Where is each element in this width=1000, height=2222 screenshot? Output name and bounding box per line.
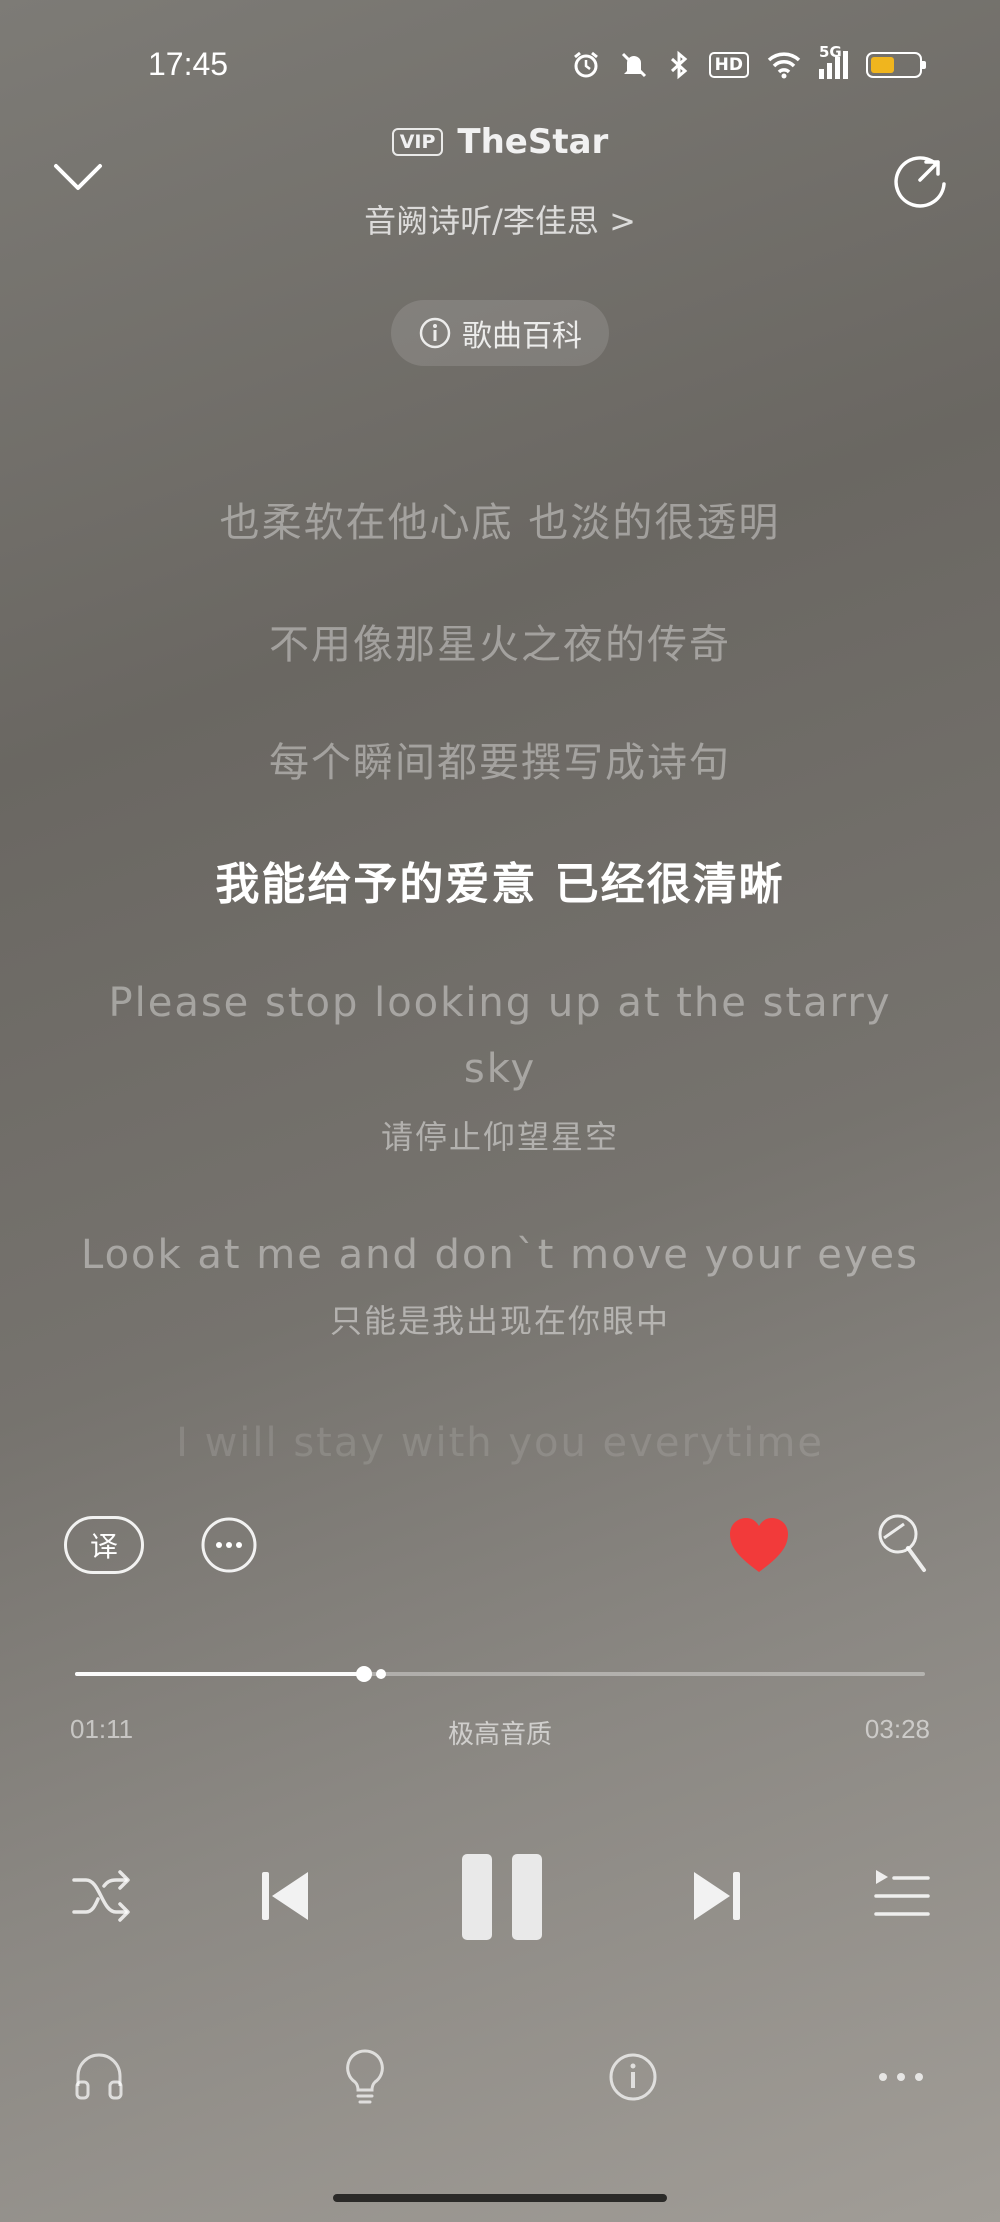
song-title: TheStar	[457, 122, 609, 162]
shuffle-icon[interactable]	[70, 1868, 132, 1924]
status-time: 17:45	[148, 46, 229, 82]
pause-icon	[462, 1854, 542, 1940]
lyric-line-active: 我能给予的爱意 已经很清晰	[215, 859, 785, 910]
microphone-icon[interactable]	[874, 1512, 936, 1578]
heart-icon[interactable]	[728, 1516, 790, 1574]
wifi-icon	[767, 52, 801, 79]
vip-badge: VIP	[391, 128, 444, 156]
lyric-line: Look at me and don`t move your eyes	[80, 1232, 919, 1278]
battery-icon	[866, 52, 926, 78]
skip-next-icon[interactable]	[688, 1868, 744, 1924]
home-indicator[interactable]	[333, 2194, 667, 2202]
lyric-translation: 请停止仰望星空	[380, 1118, 619, 1156]
quality-label[interactable]: 极高音质	[0, 1714, 1000, 1751]
artist-link[interactable]: 音阙诗听/李佳思 >	[0, 196, 1000, 242]
playlist-icon[interactable]	[872, 1868, 930, 1920]
lyric-line: 不用像那星火之夜的传奇	[269, 622, 731, 668]
signal-icon: 5G	[819, 43, 848, 79]
mute-bell-icon	[621, 52, 646, 78]
pause-button[interactable]	[462, 1854, 542, 1940]
bluetooth-icon	[670, 50, 687, 80]
total-time: 03:28	[864, 1714, 930, 1744]
lightbulb-icon[interactable]	[344, 2048, 386, 2106]
lyric-line: 也柔软在他心底 也淡的很透明	[219, 500, 781, 546]
lyric-translation: 只能是我出现在你眼中	[329, 1302, 670, 1340]
info-icon	[419, 317, 451, 349]
lyric-line: 每个瞬间都要撰写成诗句	[269, 740, 731, 786]
headphones-icon[interactable]	[74, 2052, 124, 2100]
chevron-down-icon[interactable]	[52, 160, 104, 192]
lyric-line: Please stop looking up at the starry	[108, 980, 892, 1026]
song-title-row: VIP TheStar	[0, 122, 1000, 162]
lyric-line: I will stay with you everytime	[176, 1420, 824, 1466]
buffer-marker	[376, 1669, 386, 1679]
more-horizontal-icon[interactable]	[878, 2070, 924, 2084]
status-icons: HD 5G	[571, 43, 926, 80]
info-circle-icon[interactable]	[608, 2052, 658, 2102]
song-wiki-label: 歌曲百科	[462, 319, 582, 354]
translate-button[interactable]: 译	[64, 1516, 144, 1574]
progress-track[interactable]	[75, 1672, 925, 1676]
more-dots-icon[interactable]	[200, 1516, 258, 1574]
lyric-line: sky	[463, 1046, 537, 1092]
song-wiki-button[interactable]: 歌曲百科	[391, 300, 609, 366]
alarm-icon	[573, 51, 598, 78]
network-label: 5G	[819, 43, 842, 61]
hd-badge: HD	[708, 52, 749, 78]
progress-thumb[interactable]	[356, 1666, 372, 1682]
skip-previous-icon[interactable]	[258, 1868, 314, 1924]
